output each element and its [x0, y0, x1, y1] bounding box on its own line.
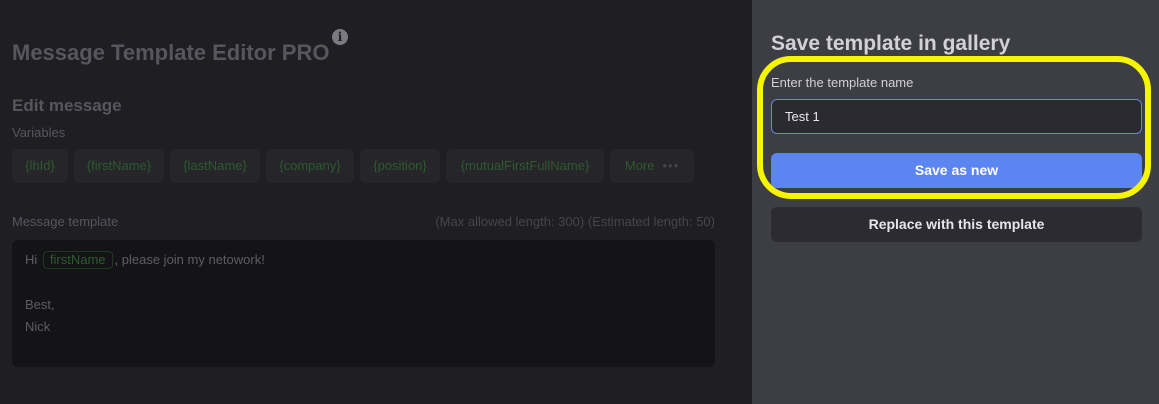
variable-chip-lastname[interactable]: {lastName}	[170, 149, 260, 183]
variables-label: Variables	[12, 125, 66, 140]
page-title: Message Template Editor PRO	[12, 40, 330, 65]
template-label: Message template	[12, 214, 119, 229]
template-name-input[interactable]	[771, 99, 1142, 134]
variable-chip-mutualfirstfullname[interactable]: {mutualFirstFullName}	[446, 149, 604, 183]
more-label: More	[624, 158, 655, 173]
more-dots-icon: •••	[662, 158, 680, 173]
save-as-new-button[interactable]: Save as new	[771, 153, 1142, 188]
variable-chip-lhid[interactable]: {lhId}	[12, 149, 68, 183]
variable-chip-position[interactable]: {position}	[360, 149, 440, 183]
section-title: Edit message	[12, 96, 122, 115]
more-variables-button[interactable]: More •••	[610, 149, 694, 183]
info-icon[interactable]: i	[332, 29, 348, 45]
template-signature: Nick	[25, 319, 51, 334]
replace-template-button[interactable]: Replace with this template	[771, 207, 1142, 242]
template-sign-off: Best,	[25, 297, 55, 312]
variable-chip-firstname[interactable]: {firstName}	[74, 149, 164, 183]
template-length-info: (Max allowed length: 300) (Estimated len…	[435, 214, 715, 229]
template-greeting: Hi	[25, 252, 38, 267]
message-template-textarea[interactable]: Hi firstName, please join my netowork! B…	[12, 240, 715, 367]
variable-chip-company[interactable]: {company}	[266, 149, 354, 183]
template-editor: Message Template Editor PRO i Edit messa…	[0, 0, 752, 404]
template-name-label: Enter the template name	[771, 75, 914, 90]
save-template-panel: Save template in gallery Enter the templ…	[752, 0, 1159, 404]
template-variable-firstname[interactable]: firstName	[42, 251, 113, 269]
template-text: , please join my netowork!	[114, 252, 265, 267]
template-line-1: Hi firstName, please join my netowork!	[25, 251, 265, 269]
panel-title: Save template in gallery	[771, 32, 1011, 55]
